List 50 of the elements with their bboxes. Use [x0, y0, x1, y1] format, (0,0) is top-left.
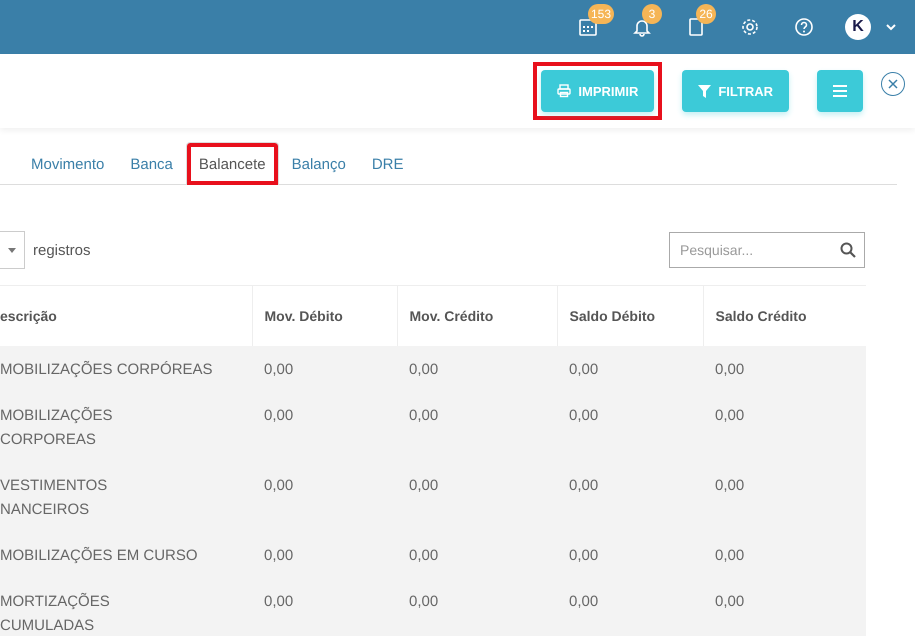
- caret-icon: [8, 248, 16, 252]
- table-cell: MOBILIZAÇÕES CORPOREAS: [0, 392, 252, 462]
- table-cell: 0,00: [557, 532, 703, 578]
- table-cell: 0,00: [252, 392, 397, 462]
- table-cell: 0,00: [703, 532, 866, 578]
- table-cell: 0,00: [557, 578, 703, 636]
- filter-icon: [698, 84, 712, 98]
- table-cell: MOBILIZAÇÕES EM CURSO: [0, 532, 252, 578]
- table-cell: 0,00: [252, 578, 397, 636]
- chevron-down-icon[interactable]: [885, 23, 897, 31]
- user-avatar[interactable]: K: [845, 14, 871, 40]
- tab[interactable]: Balancete: [186, 142, 279, 185]
- table-cell: MOBILIZAÇÕES CORPÓREAS: [0, 346, 252, 392]
- table-cell: 0,00: [397, 578, 557, 636]
- search-field[interactable]: Pesquisar...: [669, 232, 865, 268]
- table-cell: 0,00: [397, 392, 557, 462]
- table-cell: 0,00: [703, 346, 866, 392]
- table-cell: 0,00: [703, 462, 866, 532]
- count-badge: 3: [642, 4, 662, 24]
- table-cell: 0,00: [397, 462, 557, 532]
- count-badge: 153: [588, 4, 614, 24]
- table-cell: 0,00: [557, 392, 703, 462]
- tab[interactable]: Banca: [117, 142, 186, 185]
- menu-icon: [833, 85, 847, 97]
- table-cell: MORTIZAÇÕES CUMULADAS: [0, 578, 252, 636]
- table-cell: 0,00: [252, 462, 397, 532]
- table-cell: 0,00: [252, 346, 397, 392]
- document-icon[interactable]: [686, 17, 706, 37]
- table-cell: 0,00: [397, 532, 557, 578]
- registros-label: registros: [33, 242, 91, 258]
- table-cell: 0,00: [703, 578, 866, 636]
- tab[interactable]: Balanço: [278, 142, 359, 185]
- table-cell: 0,00: [557, 462, 703, 532]
- bell-icon[interactable]: [632, 17, 652, 37]
- table-cell: 0,00: [397, 346, 557, 392]
- settings-icon[interactable]: [740, 17, 760, 37]
- close-button[interactable]: [881, 72, 905, 96]
- search-icon: [840, 242, 856, 258]
- table-cell: VESTIMENTOS NANCEIROS: [0, 462, 252, 532]
- printer-icon: [557, 84, 572, 98]
- count-badge: 26: [696, 4, 716, 24]
- calendar-icon[interactable]: [578, 17, 598, 37]
- tab[interactable]: DRE: [358, 142, 417, 185]
- table-cell: 0,00: [557, 346, 703, 392]
- table-cell: 0,00: [703, 392, 866, 462]
- table-cell: 0,00: [252, 532, 397, 578]
- close-icon: [888, 79, 898, 89]
- help-icon[interactable]: [794, 17, 814, 37]
- page-size-select[interactable]: [0, 231, 25, 269]
- tab[interactable]: Movimento: [18, 142, 118, 185]
